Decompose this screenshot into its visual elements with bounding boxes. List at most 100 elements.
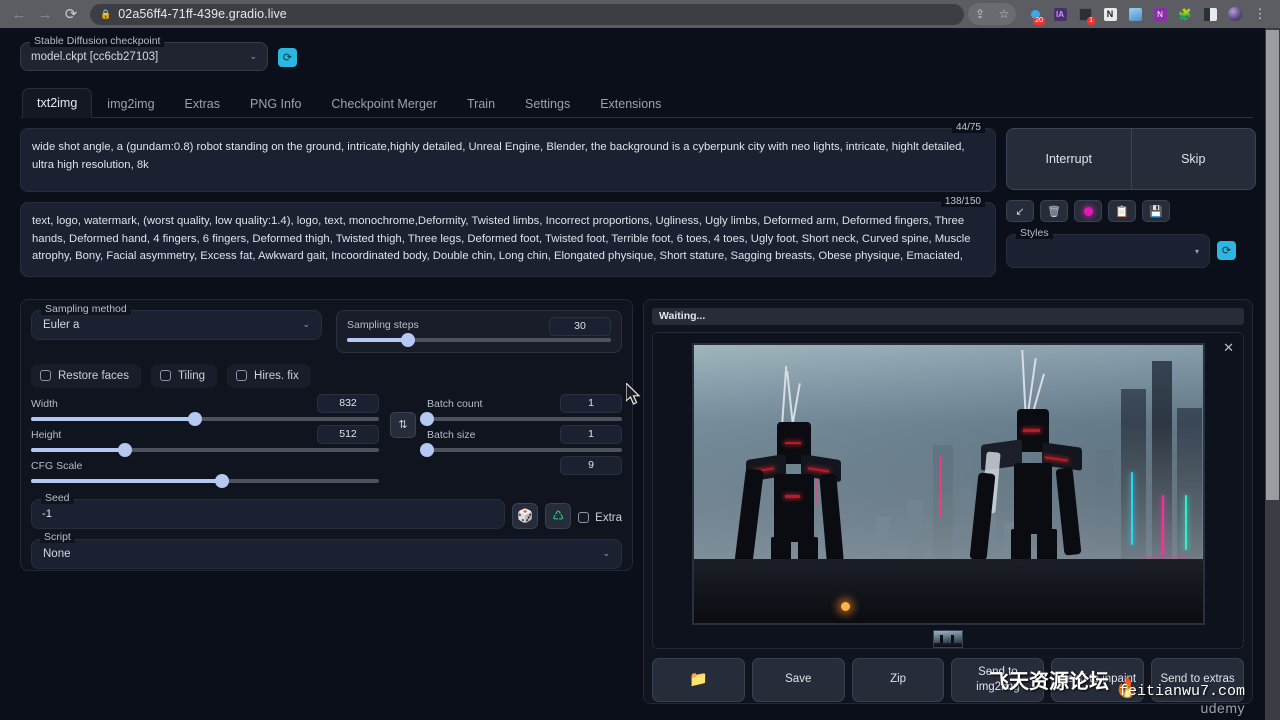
batch-size-slider[interactable] [427,448,622,452]
interrupt-button[interactable]: Interrupt [1007,129,1131,189]
main-tabs: txt2img img2img Extras PNG Info Checkpoi… [20,87,1253,118]
script-group: Script None ⌄ [31,539,622,569]
seed-row: Seed -1 🎲 ♺ Extra [31,499,622,529]
seed-input[interactable]: Seed -1 [31,499,505,529]
refresh-styles-button[interactable]: ⟳ [1217,241,1236,260]
batch-count-value[interactable]: 1 [560,394,622,413]
page-scrollbar[interactable] [1265,28,1280,720]
restore-progress-icon[interactable]: ↙ [1006,200,1034,222]
slider-knob[interactable] [118,443,132,457]
checkbox-icon [578,512,589,523]
sampling-steps-card: Sampling steps 30 [336,310,622,353]
refresh-checkpoints-button[interactable]: ⟳ [278,48,297,67]
negative-prompt-input[interactable]: text, logo, watermark, (worst quality, l… [21,203,995,276]
tab-train[interactable]: Train [452,89,510,118]
zip-button[interactable]: Zip [852,658,945,702]
tab-png-info[interactable]: PNG Info [235,89,316,118]
save-style-icon[interactable]: 💾 [1142,200,1170,222]
page-scrollbar-thumb[interactable] [1266,30,1279,500]
chrome-menu-icon[interactable]: ⋮ [1248,3,1272,25]
sampling-method-dropdown[interactable]: Sampling method Euler a ⌄ [31,310,322,340]
split-view-icon[interactable] [1198,3,1222,25]
script-dropdown[interactable]: Script None ⌄ [31,539,622,569]
cfg-scale-label: CFG Scale [31,460,379,472]
puzzle-extensions-icon[interactable]: 🧩 [1173,3,1197,25]
browser-toolbar: ← → ⟳ 🔒 02a56ff4-71ff-439e.gradio.live ⇪… [0,0,1280,28]
sampling-steps-value[interactable]: 30 [549,317,611,336]
cfg-scale-slider[interactable] [31,479,379,483]
negative-prompt-box[interactable]: 138/150 text, logo, watermark, (worst qu… [20,202,996,277]
slider-fill [31,479,222,483]
address-bar[interactable]: 🔒 02a56ff4-71ff-439e.gradio.live [90,4,964,25]
chevron-down-icon: ⌄ [302,319,310,330]
sampling-steps-slider[interactable] [347,338,611,342]
slider-knob[interactable] [188,412,202,426]
batch-size-value[interactable]: 1 [560,425,622,444]
image-tool-icon[interactable] [1123,3,1147,25]
batch-count-group: Batch count 1 [427,398,622,421]
checkpoint-row: Stable Diffusion checkpoint model.ckpt [… [12,38,1253,71]
apply-style-icon[interactable]: 📋 [1108,200,1136,222]
send-to-extras-button[interactable]: Send to extras [1151,658,1244,702]
slider-knob[interactable] [215,474,229,488]
height-slider[interactable] [31,448,379,452]
seed-value: -1 [42,508,52,520]
bookmark-star-icon[interactable]: ☆ [992,3,1016,25]
hires-fix-checkbox[interactable]: Hires. fix [227,364,311,388]
chevron-down-icon: ⌄ [249,51,257,62]
onenote-icon[interactable]: N [1148,3,1172,25]
screen-recorder-icon[interactable]: 1 [1073,3,1097,25]
positive-prompt-input[interactable]: wide shot angle, a (gundam:0.8) robot st… [21,129,995,191]
send-to-inpaint-button[interactable]: Send to inpaint [1051,658,1144,702]
tab-checkpoint-merger[interactable]: Checkpoint Merger [316,89,452,118]
extension-count-badge: 20 [1033,17,1045,25]
slider-knob[interactable] [401,333,415,347]
extension-badge-icon[interactable]: 20 [1023,3,1047,25]
tiling-checkbox[interactable]: Tiling [151,364,217,388]
slider-knob[interactable] [420,443,434,457]
sampling-method-group: Sampling method Euler a ⌄ [31,310,322,353]
styles-row: Styles ▾ ⟳ [1006,234,1256,268]
send-to-img2img-button[interactable]: Send to img2img [951,658,1044,702]
close-icon[interactable]: ✕ [1223,340,1234,356]
browser-extension-icons: ⇪ ☆ 20 IA 1 N N 🧩 ⋮ [968,3,1274,25]
batch-count-slider[interactable] [427,417,622,421]
trash-icon[interactable]: 🗑 [1040,200,1068,222]
generated-image[interactable] [692,343,1205,625]
notion-icon[interactable]: N [1098,3,1122,25]
browser-reload-button[interactable]: ⟳ [58,3,84,25]
random-seed-dice-icon[interactable]: 🎲 [512,503,538,529]
tab-img2img[interactable]: img2img [92,89,169,118]
image-gallery: ✕ [652,332,1244,649]
checkpoint-dropdown[interactable]: Stable Diffusion checkpoint model.ckpt [… [20,42,268,71]
browser-forward-button[interactable]: → [32,3,58,25]
restore-faces-checkbox[interactable]: Restore faces [31,364,141,388]
skip-button[interactable]: Skip [1131,129,1256,189]
profile-avatar-icon[interactable] [1223,3,1247,25]
positive-prompt-box[interactable]: 44/75 wide shot angle, a (gundam:0.8) ro… [20,128,996,192]
sampling-method-value: Euler a [43,319,79,331]
restore-faces-label: Restore faces [58,370,129,382]
width-slider[interactable] [31,417,379,421]
open-folder-button[interactable]: 📁 [652,658,745,702]
tab-extras[interactable]: Extras [170,89,235,118]
status-text: Waiting... [659,310,705,322]
internet-archive-icon[interactable]: IA [1048,3,1072,25]
checkbox-icon [40,370,51,381]
cfg-scale-value[interactable]: 9 [560,456,622,475]
gallery-thumbnail[interactable] [933,630,963,648]
width-value[interactable]: 832 [317,394,379,413]
browser-back-button[interactable]: ← [6,3,32,25]
save-button[interactable]: Save [752,658,845,702]
swap-dimensions-button[interactable]: ⇅ [390,412,416,438]
slider-knob[interactable] [420,412,434,426]
styles-dropdown[interactable]: Styles ▾ [1006,234,1210,268]
tab-extensions[interactable]: Extensions [585,89,676,118]
extra-networks-icon[interactable] [1074,200,1102,222]
extra-seed-checkbox[interactable]: Extra [578,512,622,529]
reuse-seed-recycle-icon[interactable]: ♺ [545,503,571,529]
tab-txt2img[interactable]: txt2img [22,88,92,118]
share-icon[interactable]: ⇪ [968,3,992,25]
tab-settings[interactable]: Settings [510,89,585,118]
height-value[interactable]: 512 [317,425,379,444]
